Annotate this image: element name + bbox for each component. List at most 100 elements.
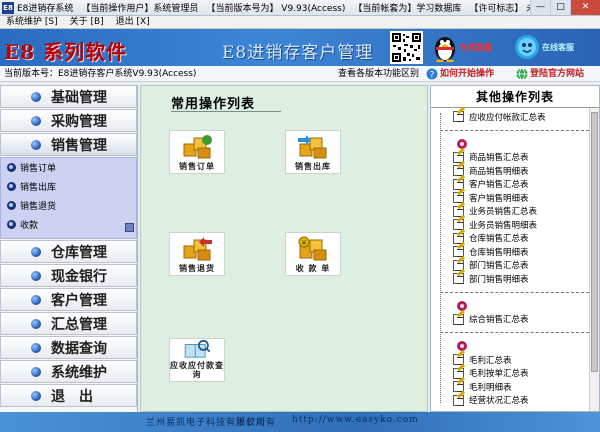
submenu-receipt[interactable]: 收款 <box>1 215 136 234</box>
version-info: 【当前版本号为】 V9.93(Access) <box>206 4 346 14</box>
list-item-label: 毛利按单汇总表 <box>469 369 529 380</box>
bullet-icon <box>31 270 41 281</box>
list-item-label: 经营状况汇总表 <box>469 396 529 407</box>
submenu-sales-order[interactable]: 销售订单 <box>1 158 136 177</box>
sub-item-icon <box>7 163 16 172</box>
list-item-label: 综合销售汇总表 <box>469 315 529 326</box>
list-item-label: 毛利明细表 <box>469 382 512 393</box>
common-operations-panel: 常用操作列表 销售订单 销售出库 销售退货 ¥ 收 款 单 应收应付款查询 <box>140 85 428 412</box>
boxes-icon <box>183 135 212 159</box>
list-item-department-sales-summary[interactable]: 部门销售汇总表 <box>431 255 589 273</box>
nav-cash-bank[interactable]: 现金银行 <box>0 264 137 287</box>
magnifier-book-icon <box>184 339 211 358</box>
tile-receivable-payable-query[interactable]: 应收应付款查询 <box>169 338 225 382</box>
nav-basic-management[interactable]: 基础管理 <box>0 85 137 108</box>
sales-submenu: 销售订单 销售出库 销售退货 收款 <box>0 157 137 239</box>
account-info: 【当前帐套为】学习数据库 <box>353 4 462 14</box>
tile-sales-outbound[interactable]: 销售出库 <box>285 130 341 174</box>
other-operations-panel: 其他操作列表 应收应付帐款汇总表 商品销售汇总表 商品销售明细表 客户销售汇总表… <box>430 85 600 412</box>
list-item-gross-profit-by-order[interactable]: 毛利按单汇总表 <box>431 363 589 381</box>
list-group-node[interactable] <box>431 299 589 313</box>
list-item-department-sales-detail[interactable]: 部门销售明细表 <box>431 268 589 286</box>
product-logo: E8 系列软件 <box>4 40 128 64</box>
title-underline <box>171 111 281 112</box>
tile-sales-order[interactable]: 销售订单 <box>169 130 225 174</box>
module-sidebar: 基础管理 采购管理 销售管理 销售订单 销售出库 销售退货 收款 仓库管理 现金… <box>0 85 138 412</box>
list-item-customer-sales-summary[interactable]: 客户销售汇总表 <box>431 174 589 192</box>
nav-label: 仓库管理 <box>51 244 107 261</box>
list-group-node[interactable] <box>431 137 589 151</box>
info-bar: 当前版本号：E8进销存客户系统V9.93(Access) 查看各版本功能区别 ?… <box>0 66 600 82</box>
submenu-scroll-handle[interactable] <box>125 223 134 232</box>
tile-sales-return[interactable]: 销售退货 <box>169 232 225 276</box>
official-site-link[interactable]: 登陆官方网站 <box>530 66 584 82</box>
list-group-node[interactable] <box>431 340 589 354</box>
nav-label: 销售管理 <box>51 137 107 154</box>
nav-exit[interactable]: 退 出 <box>0 384 137 407</box>
nav-purchase-management[interactable]: 采购管理 <box>0 109 137 132</box>
list-item-label: 部门销售明细表 <box>469 274 529 285</box>
online-service-1[interactable]: 在线客服 <box>432 32 492 62</box>
list-item-label: 仓库销售汇总表 <box>469 234 529 245</box>
svg-text:¥: ¥ <box>302 239 307 247</box>
tile-label: 销售退货 <box>179 263 215 273</box>
maximize-button[interactable]: □ <box>550 0 570 15</box>
window-controls: — □ ✕ <box>530 0 600 15</box>
nav-summary-management[interactable]: 汇总管理 <box>0 312 137 335</box>
other-operations-title: 其他操作列表 <box>431 86 599 108</box>
list-item-label: 应收应付帐款汇总表 <box>469 112 546 123</box>
nav-data-query[interactable]: 数据查询 <box>0 336 137 359</box>
list-item-customer-sales-detail[interactable]: 客户销售明细表 <box>431 187 589 205</box>
nav-label: 基础管理 <box>51 89 107 106</box>
list-item-ar-ap-summary[interactable]: 应收应付帐款汇总表 <box>431 106 589 124</box>
list-scrollbar[interactable] <box>589 108 599 411</box>
how-to-start-link[interactable]: 如何开始操作 <box>440 66 494 82</box>
menu-system-maintenance[interactable]: 系统维护 [S] <box>0 16 64 28</box>
nav-sales-management[interactable]: 销售管理 <box>0 133 137 156</box>
bullet-icon <box>31 91 41 102</box>
boxes-icon <box>298 135 327 159</box>
list-item-warehouse-sales-detail[interactable]: 仓库销售明细表 <box>431 241 589 259</box>
list-item-warehouse-sales-summary[interactable]: 仓库销售汇总表 <box>431 228 589 246</box>
nav-label: 系统维护 <box>51 364 107 381</box>
list-item-overall-sales-summary[interactable]: 综合销售汇总表 <box>431 309 589 327</box>
nav-warehouse-management[interactable]: 仓库管理 <box>0 240 137 263</box>
app-title: E8进销存系统 <box>17 4 74 14</box>
header-banner: E8 系列软件 E8进销存客户管理 在线客服 在线客服 <box>0 29 600 66</box>
list-item-label: 商品销售明细表 <box>469 166 529 177</box>
list-item-salesman-sales-detail[interactable]: 业务员销售明细表 <box>431 214 589 232</box>
qr-code-icon <box>390 31 423 64</box>
online-service-2[interactable]: 在线客服 <box>514 32 574 62</box>
list-item-business-status-summary[interactable]: 经营状况汇总表 <box>431 390 589 408</box>
website-url[interactable]: http://www.easyko.com <box>292 415 419 425</box>
list-item-label: 客户销售汇总表 <box>469 180 529 191</box>
submenu-label: 收款 <box>20 221 39 231</box>
list-divider <box>431 286 589 300</box>
list-item-label: 仓库销售明细表 <box>469 247 529 258</box>
submenu-sales-return[interactable]: 销售退货 <box>1 196 136 215</box>
submenu-sales-outbound[interactable]: 销售出库 <box>1 177 136 196</box>
app-icon: E8 <box>2 1 14 14</box>
online-service-label: 在线客服 <box>542 42 574 52</box>
feature-comparison-link[interactable]: 查看各版本功能区别 <box>338 66 419 82</box>
nav-system-maintenance[interactable]: 系统维护 <box>0 360 137 383</box>
bullet-icon <box>31 318 41 329</box>
close-button[interactable]: ✕ <box>570 0 600 15</box>
list-item-gross-profit-summary[interactable]: 毛利汇总表 <box>431 349 589 367</box>
submenu-label: 销售出库 <box>20 183 57 193</box>
nav-customer-management[interactable]: 客户管理 <box>0 288 137 311</box>
nav-label: 退 出 <box>51 388 93 405</box>
scrollbar-thumb[interactable] <box>591 112 598 372</box>
footer-bar: 兰州易凯电子科技有限公司 版权所有 http://www.easyko.com <box>0 412 600 432</box>
list-item-gross-profit-detail[interactable]: 毛利明细表 <box>431 376 589 394</box>
list-item-salesman-sales-summary[interactable]: 业务员销售汇总表 <box>431 201 589 219</box>
list-item-product-sales-detail[interactable]: 商品销售明细表 <box>431 160 589 178</box>
bullet-icon <box>31 139 41 150</box>
minimize-button[interactable]: — <box>530 0 550 15</box>
list-item-product-sales-summary[interactable]: 商品销售汇总表 <box>431 147 589 165</box>
sub-item-icon <box>7 220 16 229</box>
tile-receipt[interactable]: ¥ 收 款 单 <box>285 232 341 276</box>
menu-exit[interactable]: 退出 [X] <box>110 16 156 28</box>
boxes-icon: ¥ <box>298 236 327 261</box>
menu-about[interactable]: 关于 [B] <box>64 16 110 28</box>
